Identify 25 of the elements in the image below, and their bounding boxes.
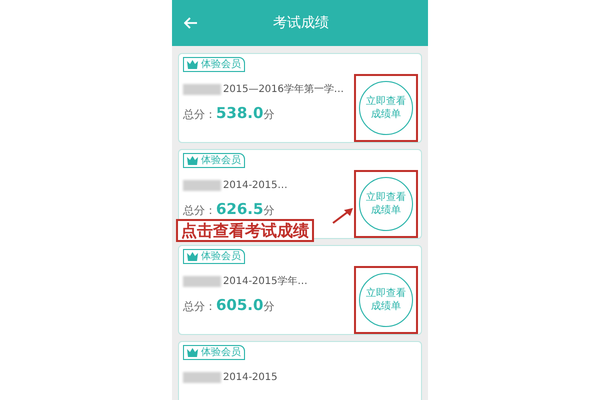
blurred-name	[183, 372, 221, 383]
view-report-button[interactable]: 立即查看成绩单	[359, 273, 413, 327]
blurred-name	[183, 180, 221, 191]
crown-icon	[187, 60, 198, 69]
total-score: 总分：538.0分	[183, 103, 274, 124]
exam-title: 2014-2015…	[223, 179, 288, 193]
member-badge: 体验会员	[183, 249, 245, 264]
exam-title: 2014-2015	[223, 371, 278, 385]
member-badge: 体验会员	[183, 153, 245, 168]
page-title: 考试成绩	[272, 14, 330, 32]
crown-icon	[187, 252, 198, 261]
exam-title: 2014-2015学年…	[223, 275, 308, 289]
blurred-name	[183, 84, 221, 95]
view-report-button[interactable]: 立即查看成绩单	[359, 81, 413, 135]
blurred-name	[183, 276, 221, 287]
member-badge: 体验会员	[183, 57, 245, 72]
crown-icon	[187, 348, 198, 357]
total-score: 总分：626.5分	[183, 199, 274, 220]
member-badge: 体验会员	[183, 345, 245, 360]
back-icon[interactable]	[184, 17, 198, 29]
total-score: 总分：605.0分	[183, 295, 274, 316]
crown-icon	[187, 156, 198, 165]
view-report-button[interactable]: 立即查看成绩单	[359, 177, 413, 231]
exam-title: 2015—2016学年第一学…	[223, 83, 344, 97]
callout-label: 点击查看考试成绩	[176, 219, 314, 242]
